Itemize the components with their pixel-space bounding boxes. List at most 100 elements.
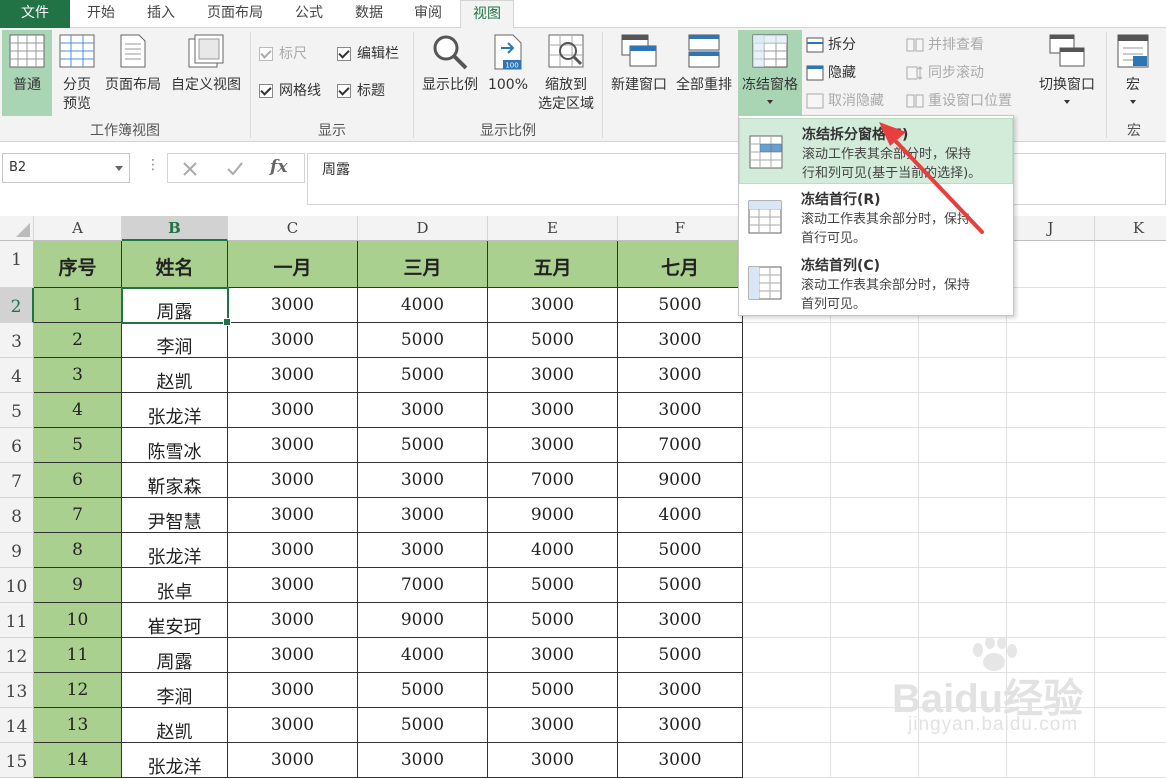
table-cell[interactable] bbox=[1007, 533, 1095, 568]
row-header-3[interactable]: 3 bbox=[0, 323, 34, 358]
table-cell[interactable]: 3000 bbox=[618, 323, 743, 358]
table-cell[interactable]: 赵凯 bbox=[122, 708, 228, 743]
table-cell[interactable] bbox=[1007, 323, 1095, 358]
tab-home[interactable]: 开始 bbox=[72, 0, 130, 28]
table-cell[interactable] bbox=[1095, 568, 1166, 603]
tab-file[interactable]: 文件 bbox=[0, 0, 70, 28]
table-cell[interactable]: 7000 bbox=[618, 428, 743, 463]
table-cell[interactable]: 10 bbox=[34, 603, 122, 638]
table-cell[interactable]: 张卓 bbox=[122, 568, 228, 603]
table-cell[interactable]: 3000 bbox=[488, 708, 618, 743]
table-cell[interactable] bbox=[919, 498, 1007, 533]
table-cell[interactable] bbox=[743, 533, 831, 568]
table-cell[interactable] bbox=[743, 603, 831, 638]
table-cell[interactable]: 3 bbox=[34, 358, 122, 393]
table-cell[interactable] bbox=[831, 533, 919, 568]
table-cell[interactable]: 9000 bbox=[488, 498, 618, 533]
table-cell[interactable]: 5000 bbox=[618, 568, 743, 603]
table-cell[interactable]: 4 bbox=[34, 393, 122, 428]
table-cell[interactable]: 4000 bbox=[358, 638, 488, 673]
table-cell[interactable] bbox=[1095, 288, 1166, 323]
table-cell[interactable]: 周露 bbox=[122, 638, 228, 673]
table-cell[interactable] bbox=[1007, 673, 1095, 708]
select-all-corner[interactable] bbox=[0, 216, 34, 241]
page-break-preview-button[interactable]: 分页 预览 bbox=[54, 30, 100, 116]
table-cell[interactable] bbox=[831, 323, 919, 358]
table-cell[interactable] bbox=[919, 358, 1007, 393]
zoom-to-selection-button[interactable]: 缩放到 选定区域 bbox=[532, 30, 600, 116]
table-cell[interactable] bbox=[1007, 358, 1095, 393]
row-header-1[interactable]: 1 bbox=[0, 241, 34, 288]
table-cell[interactable]: 3000 bbox=[358, 463, 488, 498]
table-cell[interactable]: 5000 bbox=[358, 323, 488, 358]
table-cell[interactable] bbox=[1007, 708, 1095, 743]
table-cell[interactable]: 7000 bbox=[358, 568, 488, 603]
table-cell[interactable] bbox=[831, 428, 919, 463]
table-cell[interactable] bbox=[919, 568, 1007, 603]
table-cell[interactable] bbox=[1007, 638, 1095, 673]
table-cell[interactable] bbox=[743, 638, 831, 673]
formula-input[interactable]: 周露 bbox=[307, 153, 1166, 205]
formula-bar-checkbox[interactable]: 编辑栏 bbox=[337, 44, 407, 64]
table-cell[interactable] bbox=[831, 638, 919, 673]
table-cell[interactable] bbox=[919, 533, 1007, 568]
tab-insert[interactable]: 插入 bbox=[132, 0, 190, 28]
table-cell[interactable]: 3000 bbox=[618, 708, 743, 743]
table-cell[interactable]: 3000 bbox=[228, 533, 358, 568]
table-cell[interactable]: 5000 bbox=[358, 428, 488, 463]
table-cell[interactable]: 5000 bbox=[358, 708, 488, 743]
table-cell[interactable]: 7 bbox=[34, 498, 122, 533]
table-cell[interactable] bbox=[919, 428, 1007, 463]
table-cell[interactable]: 尹智慧 bbox=[122, 498, 228, 533]
table-cell[interactable]: 3000 bbox=[228, 323, 358, 358]
table-cell[interactable]: 3000 bbox=[618, 358, 743, 393]
table-cell[interactable]: 5000 bbox=[358, 358, 488, 393]
table-cell[interactable]: 3000 bbox=[488, 288, 618, 323]
table-cell[interactable] bbox=[1095, 638, 1166, 673]
table-cell[interactable] bbox=[1007, 463, 1095, 498]
table-cell[interactable] bbox=[743, 323, 831, 358]
table-cell[interactable] bbox=[831, 708, 919, 743]
table-cell[interactable]: 1 bbox=[34, 288, 122, 323]
tab-data[interactable]: 数据 bbox=[340, 0, 398, 28]
table-cell[interactable]: 4000 bbox=[488, 533, 618, 568]
table-cell[interactable] bbox=[1095, 603, 1166, 638]
table-cell[interactable] bbox=[831, 568, 919, 603]
table-cell[interactable] bbox=[1095, 708, 1166, 743]
table-cell[interactable]: 12 bbox=[34, 673, 122, 708]
table-cell[interactable] bbox=[1095, 241, 1166, 288]
gridlines-checkbox[interactable]: 网格线 bbox=[259, 81, 329, 101]
table-cell[interactable] bbox=[1095, 323, 1166, 358]
headings-checkbox[interactable]: 标题 bbox=[337, 81, 397, 101]
table-cell[interactable] bbox=[1007, 568, 1095, 603]
table-cell[interactable]: 4000 bbox=[358, 288, 488, 323]
column-header-D[interactable]: D bbox=[358, 216, 488, 241]
table-cell[interactable] bbox=[919, 638, 1007, 673]
table-cell[interactable] bbox=[743, 568, 831, 603]
table-cell[interactable]: 3000 bbox=[228, 463, 358, 498]
table-cell[interactable]: 赵凯 bbox=[122, 358, 228, 393]
normal-view-button[interactable]: 普通 bbox=[2, 30, 52, 116]
table-cell[interactable] bbox=[1095, 533, 1166, 568]
table-cell[interactable]: 9000 bbox=[358, 603, 488, 638]
row-header-7[interactable]: 7 bbox=[0, 463, 34, 498]
table-cell[interactable] bbox=[831, 673, 919, 708]
table-cell[interactable] bbox=[919, 463, 1007, 498]
table-cell[interactable] bbox=[1095, 428, 1166, 463]
column-header-B[interactable]: B bbox=[122, 216, 228, 241]
table-cell[interactable] bbox=[1095, 393, 1166, 428]
menu-item-freeze-panes[interactable]: 冻结拆分窗格(F) 滚动工作表其余部分时，保持 行和列可见(基于当前的选择)。 bbox=[739, 118, 1013, 184]
table-cell[interactable] bbox=[1095, 358, 1166, 393]
insert-function-button[interactable]: fx bbox=[270, 157, 287, 177]
table-header-cell[interactable]: 五月 bbox=[488, 241, 618, 288]
arrange-all-button[interactable]: 全部重排 bbox=[672, 30, 736, 116]
table-cell[interactable] bbox=[831, 498, 919, 533]
table-cell[interactable]: 3000 bbox=[358, 498, 488, 533]
table-cell[interactable]: 5000 bbox=[488, 673, 618, 708]
table-cell[interactable]: 3000 bbox=[228, 498, 358, 533]
table-cell[interactable] bbox=[1095, 498, 1166, 533]
table-cell[interactable]: 3000 bbox=[228, 638, 358, 673]
macros-button[interactable]: 宏 bbox=[1110, 30, 1156, 116]
tab-view[interactable]: 视图 bbox=[460, 0, 514, 29]
table-cell[interactable]: 5000 bbox=[358, 673, 488, 708]
